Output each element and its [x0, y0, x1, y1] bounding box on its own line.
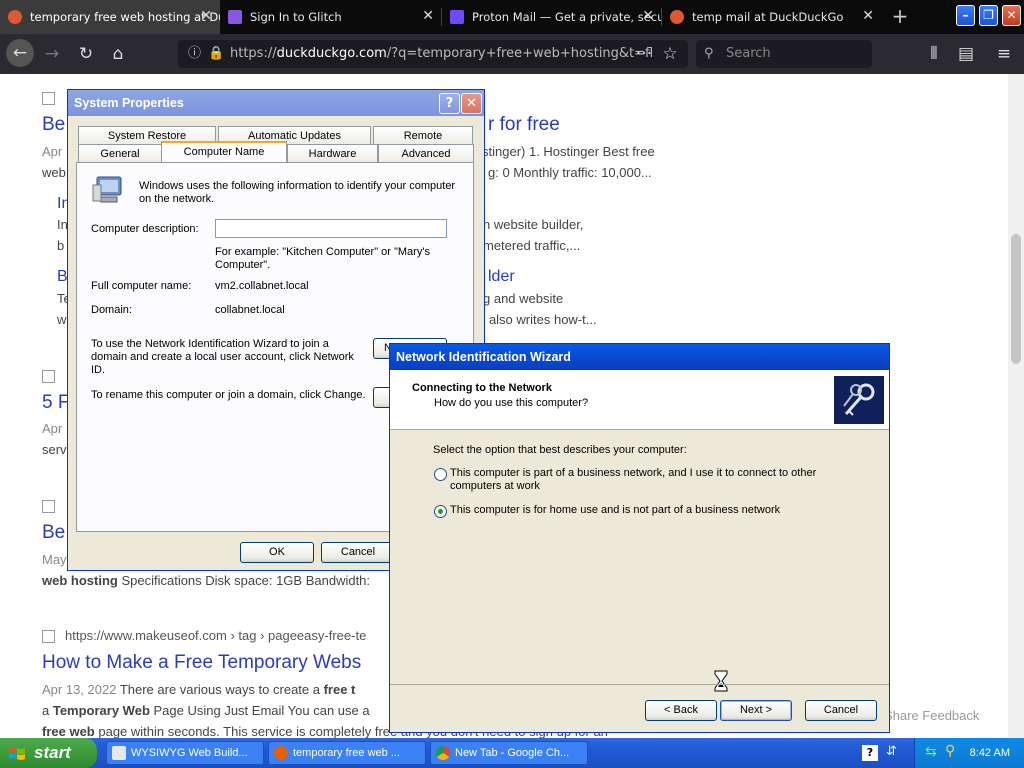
close-tab-icon[interactable]: ✕ [200, 8, 212, 24]
cancel-button[interactable]: Cancel [321, 542, 395, 563]
network-icon[interactable]: ⇆ [925, 744, 937, 760]
system-tray: ⇆ ⚲ 8:42 AM [914, 738, 1024, 768]
reload-icon[interactable]: ↻ [74, 42, 98, 66]
firefox-icon [274, 746, 288, 760]
forward-arrow-icon[interactable]: → [40, 42, 64, 66]
url-bar[interactable]: ⓘ 🔒 https://duckduckgo.com/?q=temporary+… [178, 40, 688, 68]
help-button[interactable]: ? [439, 93, 460, 114]
browser-tab-bar: temporary free web hosting at DuckDuckGo… [0, 0, 1024, 34]
close-button[interactable]: ✕ [461, 93, 482, 114]
duckduckgo-icon [8, 10, 22, 24]
restore-button[interactable]: ❐ [979, 5, 998, 26]
domain-value: collabnet.local [215, 304, 285, 316]
result-title[interactable]: Be [42, 522, 65, 544]
tab-general[interactable]: General [78, 144, 162, 163]
wizard-header: Connecting to the Network How do you use… [390, 370, 889, 430]
computer-icon [92, 176, 122, 203]
tab-advanced[interactable]: Advanced [378, 144, 474, 163]
favicon [42, 630, 55, 643]
wizard-title: Network Identification Wizard [390, 344, 889, 370]
page-scrollbar[interactable] [1008, 74, 1024, 738]
page-actions-icon[interactable]: ··· [632, 42, 656, 66]
wizard-cancel-button[interactable]: Cancel [805, 700, 877, 721]
sidebar-icon[interactable]: ▤ [954, 42, 978, 66]
hourglass-cursor-icon [714, 670, 728, 692]
library-icon[interactable]: ⫴ [922, 42, 946, 66]
close-tab-icon[interactable]: ✕ [642, 8, 654, 24]
tab-sign-in-to-glitch[interactable]: Sign In to Glitch ✕ [220, 0, 442, 34]
taskbar-item-firefox[interactable]: temporary free web ... [268, 741, 426, 765]
result-url[interactable]: https://www.makeuseof.com › tag › pageea… [65, 628, 366, 643]
result-title[interactable]: Be [42, 114, 65, 136]
glitch-icon [228, 10, 242, 24]
close-tab-icon[interactable]: ✕ [422, 8, 434, 24]
favicon [42, 92, 55, 105]
dialog-title: System Properties [68, 90, 484, 116]
tab-remote[interactable]: Remote [373, 126, 473, 145]
ok-button[interactable]: OK [240, 542, 314, 563]
menu-icon[interactable]: ≡ [992, 42, 1016, 66]
help-icon[interactable]: ? [862, 745, 878, 761]
favicon [42, 500, 55, 513]
next-button[interactable]: Next > [720, 700, 792, 721]
close-tab-icon[interactable]: ✕ [862, 8, 874, 24]
back-arrow-icon[interactable]: ← [6, 39, 34, 67]
new-tab-button[interactable]: + [888, 4, 912, 30]
home-icon[interactable]: ⌂ [106, 42, 130, 66]
minimize-button[interactable]: – [956, 5, 975, 26]
network-identification-wizard: Network Identification Wizard Connecting… [389, 343, 890, 733]
favicon [42, 370, 55, 383]
proton-icon [450, 10, 464, 24]
tab-hardware[interactable]: Hardware [287, 144, 378, 163]
close-window-button[interactable]: ✕ [1002, 5, 1021, 26]
business-network-radio[interactable] [434, 468, 447, 481]
keys-icon [834, 376, 884, 424]
back-button[interactable]: < Back [645, 700, 717, 721]
result-title[interactable]: r for free [488, 114, 560, 136]
share-feedback-link[interactable]: Share Feedback [884, 708, 979, 723]
duckduckgo-icon [670, 10, 684, 24]
tab-computer-name[interactable]: Computer Name [161, 141, 287, 162]
tab-proton-mail[interactable]: Proton Mail — Get a private, secure emai… [442, 0, 662, 34]
result-title[interactable]: How to Make a Free Temporary Webs [42, 652, 361, 674]
bookmark-star-icon[interactable]: ☆ [658, 42, 682, 66]
app-icon [112, 746, 126, 760]
windows-taskbar: start WYSIWYG Web Build... temporary fre… [0, 738, 1024, 768]
taskbar-item-wysiwyg[interactable]: WYSIWYG Web Build... [106, 741, 264, 765]
show-hidden-icons-icon[interactable]: ⇵ [886, 744, 897, 759]
search-tray-icon[interactable]: ⚲ [945, 743, 955, 759]
chrome-icon [436, 746, 450, 760]
windows-flag-icon [9, 747, 25, 760]
search-icon: ⚲ [704, 46, 714, 61]
start-button[interactable]: start [0, 738, 97, 768]
navigation-bar: ← → ↻ ⌂ ⓘ 🔒 https://duckduckgo.com/?q=te… [0, 34, 1024, 74]
full-computer-name: vm2.collabnet.local [215, 280, 309, 292]
lock-icon: 🔒 [208, 46, 225, 61]
scrollbar-thumb[interactable] [1011, 234, 1021, 364]
taskbar-item-chrome[interactable]: New Tab - Google Ch... [430, 741, 588, 765]
clock: 8:42 AM [969, 747, 1010, 759]
home-use-radio[interactable] [434, 505, 447, 518]
tab-temp-mail[interactable]: temp mail at DuckDuckGo ✕ [662, 0, 882, 34]
result-title[interactable]: 5 F [42, 392, 69, 414]
computer-description-input[interactable] [215, 219, 447, 238]
tab-temporary-free-web-hosting[interactable]: temporary free web hosting at DuckDuckGo… [0, 0, 220, 34]
search-input[interactable]: ⚲ Search [696, 40, 872, 68]
info-icon[interactable]: ⓘ [188, 40, 201, 68]
